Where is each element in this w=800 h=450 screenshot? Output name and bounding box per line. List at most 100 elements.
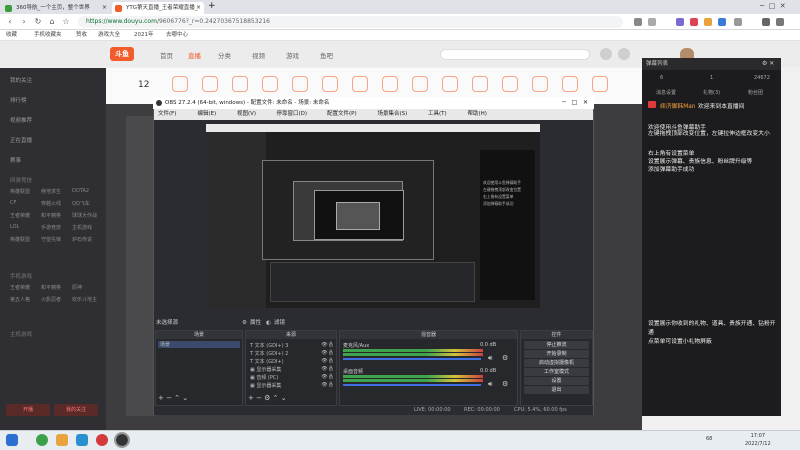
category-link[interactable]: QQ飞车 bbox=[72, 200, 90, 207]
taskbar-clock[interactable]: 17:07 2022/7/12 bbox=[745, 432, 771, 448]
nav-category[interactable]: 分类 bbox=[218, 50, 231, 60]
category-link[interactable]: 火影忍者 bbox=[41, 296, 61, 303]
speaker-icon[interactable]: 🔊︎ bbox=[488, 380, 492, 389]
back-icon[interactable]: ‹ bbox=[4, 16, 16, 28]
category-link[interactable]: 英雄联盟 bbox=[10, 236, 30, 243]
speaker-icon[interactable]: 🔊︎ bbox=[488, 354, 492, 363]
sidebar-item-rank[interactable]: 排行榜 bbox=[10, 96, 27, 104]
bookmark-item[interactable]: 游戏大全 bbox=[98, 30, 120, 41]
category-link[interactable]: 原神 bbox=[72, 284, 82, 291]
sidebar-item-follow[interactable]: 我的关注 bbox=[10, 76, 32, 84]
category-link[interactable]: 和平精英 bbox=[41, 284, 61, 291]
category-link[interactable]: DOTA2 bbox=[72, 188, 89, 194]
source-controls[interactable]: + − ⚙ ⌃ ⌄ bbox=[248, 394, 287, 402]
source-item[interactable]: T 文本 (GDI+) 2 👁︎🔒︎ bbox=[250, 350, 336, 357]
url-input[interactable]: https://www.douyu.com/9606776?_r=0.24270… bbox=[78, 16, 623, 28]
category-icon[interactable] bbox=[202, 76, 218, 92]
volume-slider[interactable] bbox=[343, 358, 481, 360]
source-item[interactable]: ▣ 音频 (PC) 👁︎🔒︎ bbox=[250, 374, 336, 381]
bookmark-item[interactable]: 赞收 bbox=[76, 30, 87, 41]
window-controls[interactable]: ─ □ ✕ bbox=[562, 97, 588, 109]
extension-icon[interactable] bbox=[704, 18, 712, 26]
control-button[interactable]: 工作室模式 bbox=[524, 368, 589, 376]
search-input[interactable] bbox=[440, 49, 590, 60]
star-icon[interactable]: ☆ bbox=[60, 16, 72, 28]
obs-menu-item[interactable]: 文件(F) bbox=[158, 109, 176, 120]
bookmark-item[interactable]: 去哪中心 bbox=[166, 30, 188, 41]
obs-menu-item[interactable]: 场景集合(S) bbox=[378, 109, 408, 120]
control-button[interactable]: 停止推流 bbox=[524, 341, 589, 349]
tab-fans[interactable]: 粉丝团 bbox=[748, 89, 763, 96]
site-logo[interactable]: 斗鱼 bbox=[110, 47, 134, 61]
new-tab-button[interactable]: + bbox=[208, 1, 216, 11]
my-follow-button[interactable]: 我的关注 bbox=[54, 404, 98, 416]
extension-icon[interactable] bbox=[718, 18, 726, 26]
control-button[interactable]: 开始录制 bbox=[524, 350, 589, 358]
category-icon[interactable] bbox=[262, 76, 278, 92]
obs-menu-item[interactable]: 工具(T) bbox=[428, 109, 447, 120]
browser-tab[interactable]: 360导航_一个主页，整个世界 × bbox=[2, 2, 110, 14]
category-link[interactable]: 绝地求生 bbox=[41, 188, 61, 195]
visibility-lock-icon[interactable]: 👁︎🔒︎ bbox=[321, 358, 334, 364]
source-item[interactable]: T 文本 (GDI+) 👁︎🔒︎ bbox=[250, 358, 336, 365]
lightning-icon[interactable] bbox=[634, 18, 642, 26]
filters-button[interactable]: 滤镜 bbox=[274, 317, 285, 329]
visibility-lock-icon[interactable]: 👁︎🔒︎ bbox=[321, 342, 334, 348]
obs-menu-item[interactable]: 帮助(H) bbox=[468, 109, 487, 120]
obs-menu-item[interactable]: 视图(V) bbox=[237, 109, 256, 120]
category-link[interactable]: CF bbox=[10, 200, 16, 206]
window-controls[interactable]: ─ □ ✕ bbox=[760, 2, 786, 10]
settings-icon[interactable]: ⚙ ✕ bbox=[762, 60, 774, 67]
category-icon[interactable] bbox=[322, 76, 338, 92]
shield-icon[interactable] bbox=[734, 18, 742, 26]
download-icon[interactable] bbox=[762, 18, 770, 26]
category-icon[interactable] bbox=[352, 76, 368, 92]
obs-menu-item[interactable]: 配置文件(P) bbox=[327, 109, 357, 120]
browser-tab-active[interactable]: YTG第天直播_王者荣耀直播_ × bbox=[112, 2, 204, 14]
close-icon[interactable]: × bbox=[196, 2, 201, 14]
source-item[interactable]: ▣ 显示器采集 👁︎🔒︎ bbox=[250, 366, 336, 373]
nav-video[interactable]: 视频 bbox=[252, 50, 265, 60]
source-item[interactable]: ▣ 显示器采集 👁︎🔒︎ bbox=[250, 382, 336, 389]
category-icon[interactable] bbox=[412, 76, 428, 92]
nav-live[interactable]: 直播 bbox=[188, 50, 201, 60]
volume-slider[interactable] bbox=[343, 384, 481, 386]
properties-button[interactable]: 属性 bbox=[250, 317, 261, 329]
category-link[interactable]: 和平精英 bbox=[41, 212, 61, 219]
source-item[interactable]: T 文本 (GDI+) 3 👁︎🔒︎ bbox=[250, 342, 336, 349]
category-icon[interactable] bbox=[532, 76, 548, 92]
category-link[interactable]: 王者荣耀 bbox=[10, 284, 30, 291]
category-link[interactable]: LOL bbox=[10, 224, 19, 230]
scene-item[interactable]: 场景 bbox=[158, 341, 240, 348]
forward-icon[interactable]: › bbox=[18, 16, 30, 28]
extension-icon[interactable] bbox=[690, 18, 698, 26]
category-link[interactable]: 主机游戏 bbox=[72, 224, 92, 231]
nav-fishbar[interactable]: 鱼吧 bbox=[320, 50, 333, 60]
chat-username[interactable]: 续济脚韩Man bbox=[660, 101, 695, 110]
visibility-lock-icon[interactable]: 👁︎🔒︎ bbox=[321, 350, 334, 356]
category-icon[interactable] bbox=[502, 76, 518, 92]
extension-icon[interactable] bbox=[676, 18, 684, 26]
control-button[interactable]: 启动虚拟摄像机 bbox=[524, 359, 589, 367]
bookmark-item[interactable]: 收藏 bbox=[6, 30, 17, 41]
sidebar-item-video[interactable]: 视频推荐 bbox=[10, 116, 32, 124]
history-icon[interactable] bbox=[600, 48, 612, 60]
category-link[interactable]: 穿越火线 bbox=[41, 200, 61, 207]
tab-message-settings[interactable]: 消息设置 bbox=[656, 89, 676, 96]
menu-icon[interactable] bbox=[776, 18, 784, 26]
sidebar-item-match[interactable]: 赛事 bbox=[10, 156, 21, 164]
category-link[interactable]: 欢乐斗地主 bbox=[72, 296, 97, 303]
category-icon[interactable] bbox=[172, 76, 188, 92]
app-icon[interactable] bbox=[96, 434, 108, 446]
gear-icon[interactable]: ⚙ bbox=[502, 380, 508, 388]
visibility-lock-icon[interactable]: 👁︎🔒︎ bbox=[321, 374, 334, 380]
obs-menu-item[interactable]: 编辑(E) bbox=[198, 109, 217, 120]
category-link[interactable]: 英雄联盟 bbox=[10, 188, 30, 195]
start-icon[interactable] bbox=[6, 434, 18, 446]
app-icon[interactable] bbox=[76, 434, 88, 446]
control-button[interactable]: 退出 bbox=[524, 386, 589, 394]
app-obs-icon[interactable] bbox=[114, 432, 130, 448]
category-link[interactable]: 炉石传说 bbox=[72, 236, 92, 243]
category-icon[interactable] bbox=[472, 76, 488, 92]
app-icon[interactable] bbox=[56, 434, 68, 446]
